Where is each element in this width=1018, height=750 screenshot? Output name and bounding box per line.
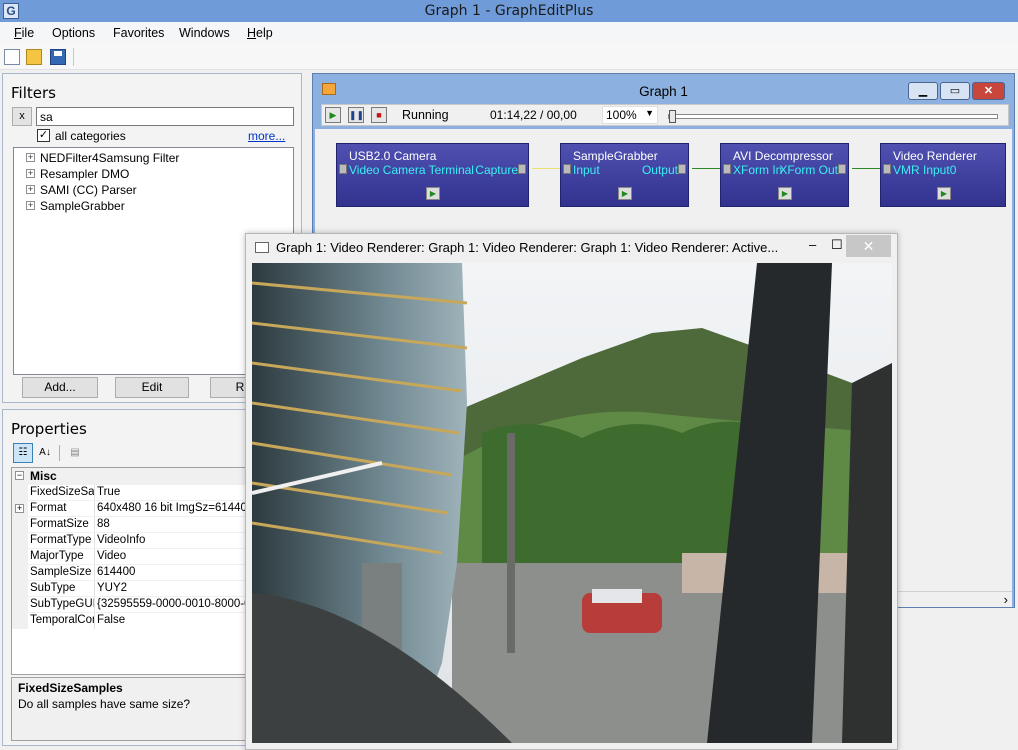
clear-search-button[interactable]: x	[12, 107, 32, 126]
minimize-button[interactable]: –	[809, 237, 816, 252]
property-pages-icon[interactable]: ▤	[65, 443, 85, 463]
seek-thumb[interactable]	[669, 110, 676, 123]
menu-file[interactable]: File	[14, 26, 34, 40]
minimize-button[interactable]: ▁	[908, 82, 938, 100]
tree-item[interactable]: + Resampler DMO	[14, 166, 284, 182]
pause-icon[interactable]: ❚❚	[348, 107, 364, 123]
menu-bar: File Options Favorites Windows Help	[0, 22, 1018, 44]
edit-filter-button[interactable]: Edit	[115, 377, 189, 398]
output-pin[interactable]	[678, 164, 686, 174]
expand-icon[interactable]: +	[26, 201, 35, 210]
output-pin-label[interactable]: Capture	[475, 163, 518, 177]
new-file-icon[interactable]	[4, 49, 20, 65]
filters-title: Filters	[11, 84, 56, 102]
expand-icon[interactable]: +	[26, 169, 35, 178]
collapse-icon[interactable]: −	[15, 471, 24, 480]
property-page-icon[interactable]: ▶	[778, 187, 792, 200]
window-icon	[255, 242, 269, 253]
filter-node[interactable]: USB2.0 Camera Video Camera Terminal Capt…	[336, 143, 529, 207]
toolbar	[0, 44, 1018, 70]
input-pin[interactable]	[563, 164, 571, 174]
expand-icon[interactable]: +	[26, 185, 35, 194]
maximize-button[interactable]: ▭	[940, 82, 970, 100]
menu-windows[interactable]: Windows	[179, 26, 230, 40]
input-pin[interactable]	[723, 164, 731, 174]
stop-icon[interactable]: ■	[371, 107, 387, 123]
maximize-button[interactable]: ☐	[831, 237, 843, 253]
all-categories-checkbox[interactable]: ✓	[37, 129, 50, 142]
window-title: Graph 1 - GraphEditPlus	[424, 3, 594, 19]
play-icon[interactable]: ▶	[325, 107, 341, 123]
close-button[interactable]: ✕	[846, 235, 891, 257]
input-pin-label[interactable]: Video Camera Terminal	[349, 163, 474, 177]
save-disk-icon[interactable]	[50, 49, 66, 65]
toolbar-separator	[73, 48, 74, 66]
sort-alphabetical-icon[interactable]: A↓	[35, 443, 55, 463]
input-pin-label[interactable]: VMR Input0	[893, 163, 956, 177]
transport-bar: ▶ ❚❚ ■ Running 01:14,22 / 00,00 100% ▼	[321, 104, 1009, 126]
graph-time: 01:14,22 / 00,00	[490, 108, 577, 122]
menu-favorites[interactable]: Favorites	[113, 26, 164, 40]
output-pin[interactable]	[838, 164, 846, 174]
property-page-icon[interactable]: ▶	[937, 187, 951, 200]
help-description: Do all samples have same size?	[18, 697, 191, 711]
input-pin-label[interactable]: Input	[573, 163, 600, 177]
tree-item[interactable]: + SampleGrabber	[14, 198, 284, 214]
add-filter-button[interactable]: Add...	[22, 377, 98, 398]
expand-icon[interactable]: +	[15, 504, 24, 513]
all-categories-label: all categories	[55, 129, 126, 143]
graph-state: Running	[402, 108, 449, 122]
menu-options[interactable]: Options	[52, 26, 95, 40]
zoom-select[interactable]: 100% ▼	[602, 106, 658, 124]
input-pin-label[interactable]: XForm In	[733, 163, 782, 177]
filter-node[interactable]: SampleGrabber Input Output ▶	[560, 143, 689, 207]
properties-title: Properties	[11, 420, 87, 438]
categorized-icon[interactable]: ☷	[13, 443, 33, 463]
open-folder-icon[interactable]	[26, 49, 42, 65]
filter-node[interactable]: Video Renderer VMR Input0 ▶	[880, 143, 1006, 207]
input-pin[interactable]	[339, 164, 347, 174]
video-image	[252, 263, 892, 743]
filter-node[interactable]: AVI Decompressor XForm In XForm Out ▶	[720, 143, 849, 207]
menu-help[interactable]: Help	[247, 26, 273, 40]
expand-icon[interactable]: +	[26, 153, 35, 162]
output-pin[interactable]	[518, 164, 526, 174]
help-title: FixedSizeSamples	[18, 681, 123, 695]
property-page-icon[interactable]: ▶	[618, 187, 632, 200]
seek-slider[interactable]	[668, 110, 998, 123]
more-link[interactable]: more...	[248, 129, 285, 143]
tree-item[interactable]: + SAMI (CC) Parser	[14, 182, 284, 198]
toolbar-separator	[59, 445, 60, 461]
video-renderer-window: Graph 1: Video Renderer: Graph 1: Video …	[245, 233, 898, 750]
scroll-right-icon[interactable]: ›	[1004, 592, 1008, 607]
output-pin-label[interactable]: XForm Out	[779, 163, 838, 177]
video-window-title: Graph 1: Video Renderer: Graph 1: Video …	[276, 240, 779, 255]
dropdown-arrow-icon: ▼	[645, 108, 654, 118]
input-pin[interactable]	[883, 164, 891, 174]
close-button[interactable]: ✕	[972, 82, 1005, 100]
title-bar: G Graph 1 - GraphEditPlus	[0, 0, 1018, 22]
output-pin-label[interactable]: Output	[642, 163, 678, 177]
filter-search-input[interactable]	[36, 107, 294, 126]
tree-item[interactable]: + NEDFilter4Samsung Filter	[14, 150, 284, 166]
property-page-icon[interactable]: ▶	[426, 187, 440, 200]
video-frame	[252, 263, 892, 743]
